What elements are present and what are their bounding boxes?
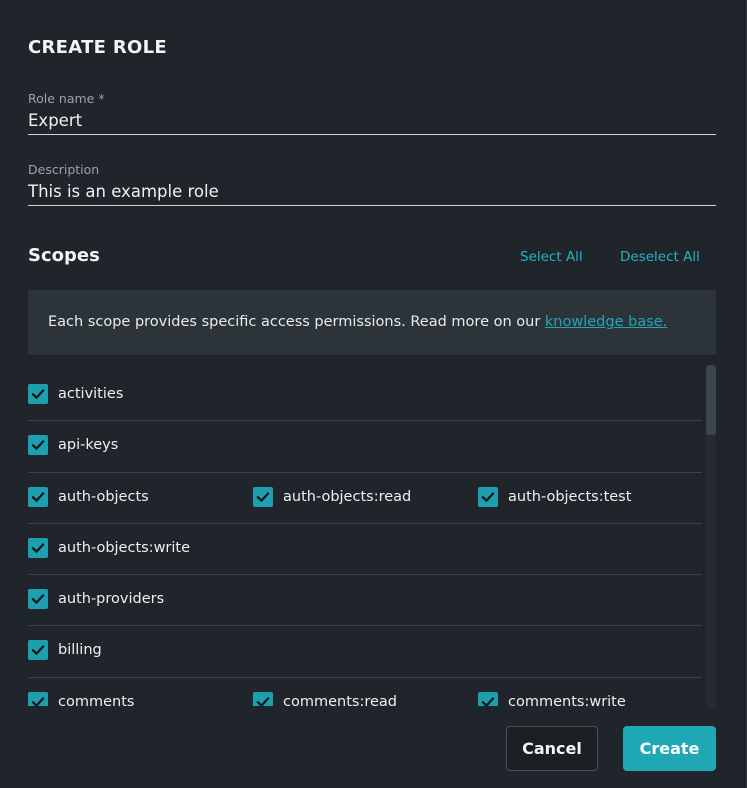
scope-checkbox[interactable]: [28, 589, 48, 610]
scope-label: auth-providers: [58, 591, 165, 608]
scope-item[interactable]: billing: [28, 640, 102, 661]
deselect-all-button[interactable]: Deselect All: [620, 249, 700, 265]
scope-checkbox[interactable]: [253, 486, 273, 507]
scope-row: comments comments:read comments:write: [28, 678, 702, 706]
scope-row: auth-objects auth-objects:read auth-object…: [28, 473, 702, 524]
scope-checkbox[interactable]: [28, 640, 48, 661]
scope-label: comments: [58, 693, 135, 706]
scope-row: activities: [28, 370, 702, 422]
scope-checkbox[interactable]: [478, 691, 498, 706]
scope-checkbox[interactable]: [28, 691, 48, 706]
dialog-title: CREATE ROLE: [28, 37, 167, 58]
scope-list[interactable]: activities api-keys auth-objects auth-objec…: [28, 370, 716, 706]
scopes-header: Scopes Select All Deselect All: [28, 245, 716, 269]
scope-label: auth-objects:read: [283, 488, 412, 505]
check-icon: [31, 542, 45, 554]
description-input[interactable]: [28, 178, 716, 206]
scope-label: comments:write: [508, 693, 626, 706]
select-all-button[interactable]: Select All: [520, 249, 583, 265]
scope-row: api-keys: [28, 421, 702, 473]
description-field: Description: [28, 162, 716, 206]
check-icon: [481, 696, 495, 706]
scope-checkbox[interactable]: [28, 486, 48, 507]
check-icon: [31, 645, 45, 656]
scope-item[interactable]: comments:write: [478, 691, 626, 706]
scopes-info-box: Each scope provides specific access perm…: [28, 290, 716, 355]
scope-label: auth-objects:write: [58, 539, 191, 556]
check-icon: [31, 491, 45, 502]
description-label: Description: [28, 162, 100, 177]
scope-row: auth-providers: [28, 575, 702, 627]
check-icon: [481, 491, 495, 502]
scopes-title: Scopes: [28, 245, 100, 266]
scope-item[interactable]: auth-objects: [28, 486, 149, 507]
scope-checkbox[interactable]: [28, 384, 48, 404]
scope-checkbox[interactable]: [253, 691, 273, 706]
scope-label: api-keys: [58, 437, 119, 454]
cancel-button[interactable]: Cancel: [506, 726, 598, 771]
scopes-info-text: Each scope provides specific access perm…: [48, 314, 545, 330]
check-icon: [31, 594, 45, 605]
create-button[interactable]: Create: [623, 726, 716, 771]
scope-item[interactable]: api-keys: [28, 435, 119, 456]
check-icon: [256, 491, 270, 502]
scope-item[interactable]: auth-objects:test: [478, 486, 632, 507]
check-icon: [31, 696, 45, 706]
scope-checkbox[interactable]: [28, 435, 48, 456]
check-icon: [31, 440, 45, 451]
role-name-label: Role name *: [28, 91, 105, 106]
scope-row: billing: [28, 626, 702, 678]
scope-row: auth-objects:write: [28, 524, 702, 576]
scope-item[interactable]: auth-objects:read: [253, 486, 412, 507]
scope-item[interactable]: auth-providers: [28, 589, 165, 610]
scope-item[interactable]: activities: [28, 384, 123, 404]
scope-label: billing: [58, 642, 102, 659]
check-icon: [31, 389, 45, 400]
scope-item[interactable]: comments: [28, 691, 135, 706]
role-name-field: Role name *: [28, 91, 716, 135]
check-icon: [256, 696, 270, 706]
scope-label: auth-objects:test: [508, 488, 632, 505]
scope-item[interactable]: auth-objects:write: [28, 537, 191, 558]
scope-label: comments:read: [283, 693, 397, 706]
scope-label: auth-objects: [58, 488, 149, 505]
scope-list-scrollbar[interactable]: [706, 365, 716, 707]
scope-item[interactable]: comments:read: [253, 691, 397, 706]
scrollbar-thumb[interactable]: [706, 365, 716, 435]
role-name-input[interactable]: [28, 107, 716, 135]
scope-label: activities: [58, 386, 124, 402]
create-role-dialog: CREATE ROLE Role name * Description Scop…: [0, 0, 744, 788]
scope-checkbox[interactable]: [478, 486, 498, 507]
scope-checkbox[interactable]: [28, 537, 48, 558]
knowledge-base-link[interactable]: knowledge base.: [545, 314, 667, 330]
